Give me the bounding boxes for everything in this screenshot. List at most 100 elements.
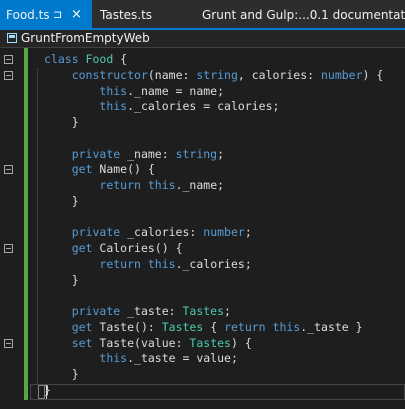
code-token: {	[120, 52, 128, 66]
code-token: }	[44, 367, 79, 381]
code-token: get	[71, 241, 93, 255]
code-token: ._calories;	[175, 256, 252, 271]
change-tracking-bar	[24, 48, 28, 400]
project-dropdown[interactable]: GruntFromEmptyWeb	[21, 30, 150, 47]
code-token: this	[272, 319, 301, 334]
code-token: constructor	[71, 67, 148, 82]
collapse-icon[interactable]	[4, 70, 13, 80]
code-token: Tastes	[182, 304, 225, 318]
code-token: _name:	[120, 146, 176, 161]
code-token: class	[44, 52, 86, 66]
code-token: ._calories = calories;	[127, 99, 280, 114]
code-line[interactable]: }	[44, 194, 79, 210]
tab-food-ts[interactable]: Food.ts ⊐ ×	[0, 0, 92, 30]
code-line[interactable]: constructor(name: string, calories: numb…	[44, 67, 384, 84]
tab-label: Tastes.ts	[100, 8, 153, 22]
code-line[interactable]: return this._calories;	[44, 256, 252, 273]
code-token: (name:	[147, 67, 197, 82]
code-token: Tastes	[161, 319, 204, 334]
brace-match-highlight	[38, 385, 45, 399]
tab-bar: Food.ts ⊐ × Tastes.ts Grunt and Gulp:...…	[0, 0, 405, 30]
code-token: get	[71, 162, 93, 177]
code-token: this	[147, 178, 176, 192]
code-token: this	[99, 99, 128, 114]
collapse-icon[interactable]	[4, 165, 13, 175]
code-token: Taste(value:	[92, 335, 190, 350]
tab-grunt-gulp-docs[interactable]: Grunt and Gulp:...0.1 documentation	[196, 0, 405, 30]
code-token: ;	[224, 304, 231, 318]
code-token: set	[71, 335, 93, 350]
code-token: ;	[244, 225, 252, 240]
code-line[interactable]: this._calories = calories;	[44, 99, 279, 115]
code-token: string	[196, 67, 238, 82]
code-line[interactable]: }	[44, 367, 79, 383]
code-token: _calories:	[120, 225, 204, 240]
code-token: this	[99, 83, 128, 98]
code-token: }	[44, 272, 79, 287]
code-token: Tastes	[189, 335, 231, 350]
code-token: number	[320, 67, 363, 82]
code-token: Name() {	[92, 162, 155, 177]
code-line[interactable]: get Name() {	[44, 162, 155, 178]
current-line-highlight	[30, 384, 405, 400]
code-token: ) {	[230, 335, 252, 350]
code-line[interactable]: set Taste(value: Tastes) {	[44, 336, 252, 352]
code-token: ._taste = value;	[127, 351, 238, 366]
tab-label: Food.ts	[6, 8, 50, 22]
code-token: this	[147, 256, 176, 271]
collapse-icon[interactable]	[4, 55, 13, 64]
code-token: return	[99, 256, 141, 271]
code-line[interactable]: return this._name;	[44, 178, 224, 194]
code-token: ) {	[362, 67, 384, 82]
code-line[interactable]: private _name: string;	[44, 147, 224, 163]
code-token: private	[71, 146, 121, 161]
code-line[interactable]: get Taste(): Tastes { return this._taste…	[44, 320, 363, 336]
code-line[interactable]: class Food {	[44, 52, 127, 68]
indent-guide	[37, 67, 38, 383]
collapse-icon[interactable]	[4, 244, 13, 253]
close-icon[interactable]: ×	[71, 0, 82, 30]
text-cursor	[46, 385, 47, 399]
code-line[interactable]: this._taste = value;	[44, 351, 238, 367]
code-token: number	[203, 225, 245, 240]
code-token: ;	[217, 146, 225, 161]
code-token: Food	[85, 52, 121, 66]
navigation-bar[interactable]: GruntFromEmptyWeb	[0, 30, 405, 48]
code-token: private	[71, 304, 121, 318]
code-token: Taste():	[92, 319, 162, 334]
code-line[interactable]: }	[44, 273, 79, 289]
code-token: get	[71, 319, 93, 334]
pin-icon[interactable]: ⊐	[53, 0, 62, 30]
code-line[interactable]: get Calories() {	[44, 241, 183, 257]
code-token: ._taste }	[300, 319, 363, 334]
code-line[interactable]: this._name = name;	[44, 84, 224, 100]
code-editor[interactable]: class Food { constructor(name: string, c…	[30, 48, 405, 409]
tab-label: Grunt and Gulp:...0.1 documentation	[202, 8, 405, 22]
project-icon	[7, 33, 17, 43]
code-line[interactable]: private _taste: Tastes;	[44, 304, 231, 320]
code-token: return	[224, 319, 266, 334]
code-token: return	[99, 178, 141, 192]
code-token: Calories() {	[92, 241, 183, 255]
code-token: ._name;	[175, 178, 225, 192]
code-line[interactable]: private _calories: number;	[44, 225, 252, 241]
collapse-icon[interactable]	[4, 338, 13, 348]
code-token: }	[44, 193, 79, 208]
tab-tastes-ts[interactable]: Tastes.ts	[94, 0, 190, 30]
code-line[interactable]: }	[44, 115, 79, 131]
